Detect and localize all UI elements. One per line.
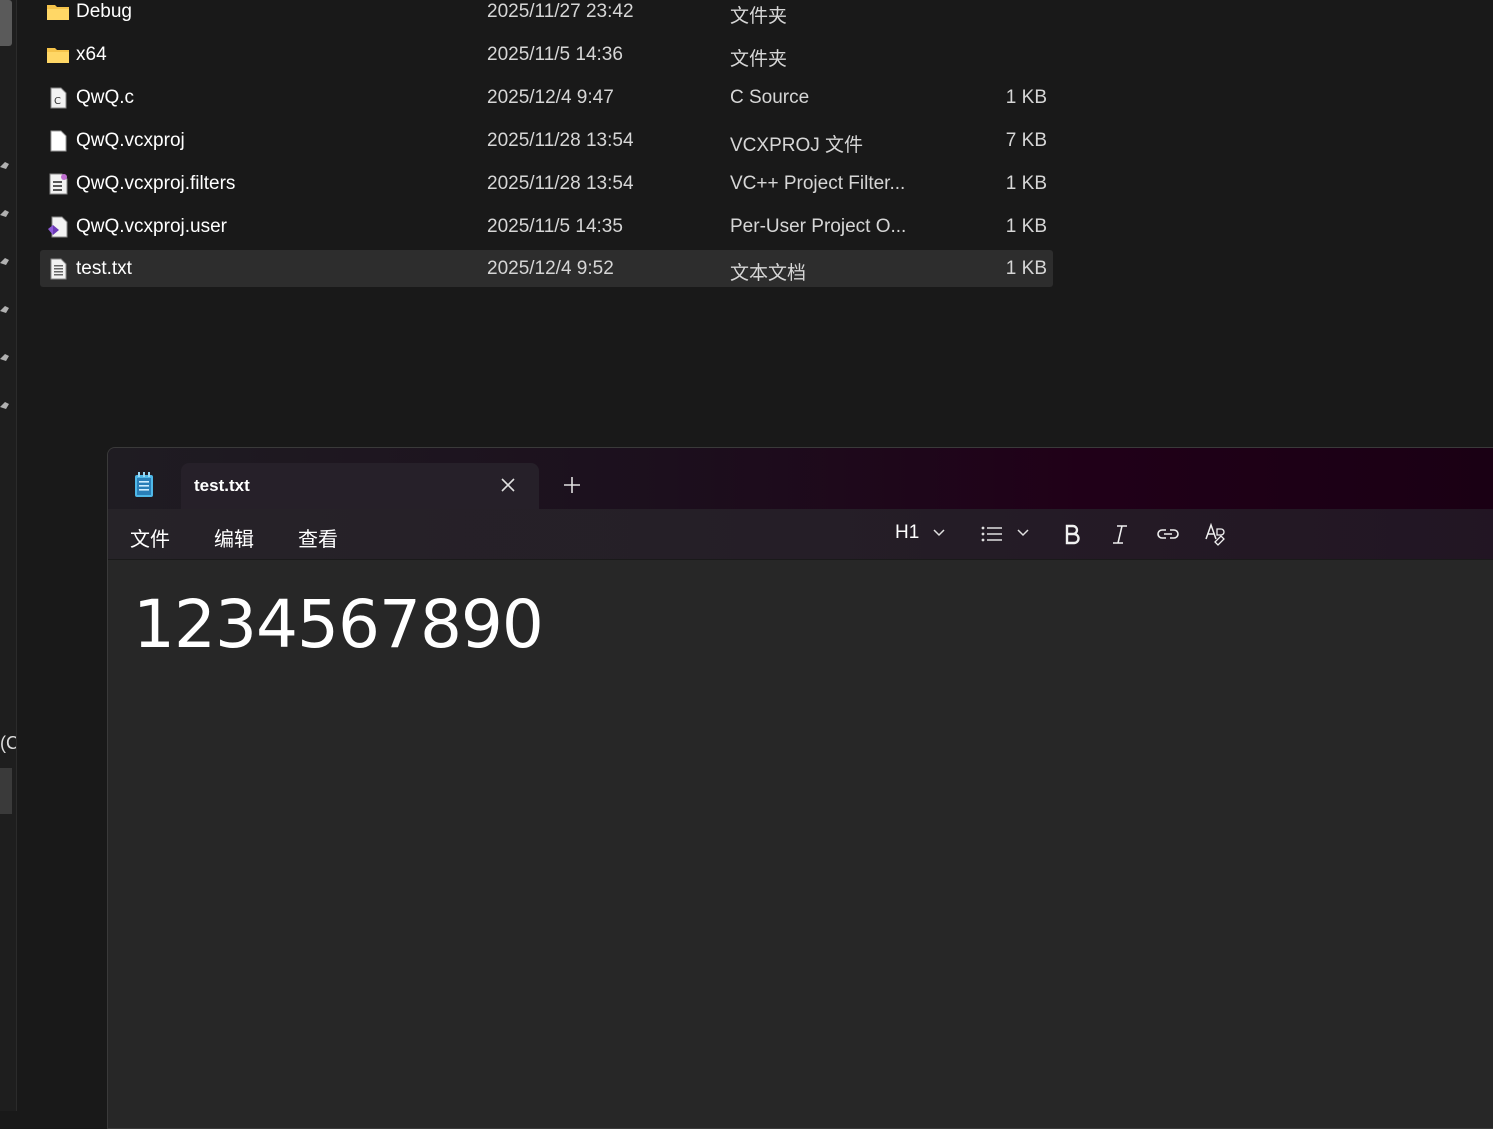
file-date: 2025/11/5 14:35 (487, 216, 623, 237)
list-dropdown[interactable] (1016, 527, 1030, 553)
menu-file[interactable]: 文件 (130, 523, 170, 552)
file-type: 文本文档 (730, 263, 807, 284)
folder-icon (47, 5, 69, 20)
list-icon (981, 526, 1002, 542)
notepad-icon (135, 472, 153, 497)
file-row-selected[interactable]: test.txt 2025/12/4 9:52 文本文档 1 KB (40, 250, 1053, 287)
file-size: 1 KB (1005, 173, 1047, 194)
menu-bar: 文件 编辑 查看 H1 (108, 509, 1493, 560)
file-size: 1 KB (1005, 258, 1047, 279)
menu-view[interactable]: 查看 (298, 523, 338, 552)
menu-edit[interactable]: 编辑 (214, 523, 254, 552)
file-name: test.txt (76, 258, 132, 279)
link-button[interactable] (1156, 521, 1180, 547)
sidebar-scrollbar-thumb[interactable] (0, 0, 12, 46)
file-row[interactable]: QwQ.vcxproj 2025/11/28 13:54 VCXPROJ 文件 … (40, 122, 1053, 159)
file-row[interactable]: C QwQ.c 2025/12/4 9:47 C Source 1 KB (40, 79, 1053, 116)
file-row[interactable]: x64 2025/11/5 14:36 文件夹 (40, 36, 1053, 73)
file-row[interactable]: QwQ.vcxproj.filters 2025/11/28 13:54 VC+… (40, 165, 1053, 202)
spellcheck-button[interactable] (1204, 521, 1228, 547)
c-source-file-icon: C (50, 87, 67, 109)
file-type: Per-User Project O... (730, 216, 907, 237)
list-button[interactable] (980, 521, 1004, 547)
bold-icon (1065, 524, 1080, 545)
tab-title: test.txt (194, 476, 250, 495)
sidebar-item-label[interactable]: (C (0, 733, 16, 754)
folder-icon (47, 48, 69, 63)
filters-file-icon (49, 173, 68, 195)
sidebar-selected-item[interactable] (0, 768, 12, 814)
file-size: 1 KB (1005, 87, 1047, 108)
vs-user-file-icon (48, 216, 68, 238)
file-row[interactable]: QwQ.vcxproj.user 2025/11/5 14:35 Per-Use… (40, 208, 1053, 245)
file-type: C Source (730, 87, 810, 108)
pin-icon[interactable] (0, 257, 9, 267)
file-date: 2025/11/28 13:54 (487, 130, 634, 151)
heading-dropdown-label[interactable]: H1 (895, 522, 919, 544)
close-icon[interactable] (499, 476, 517, 494)
svg-text:C: C (54, 96, 61, 107)
notepad-window: test.txt 文件 编辑 查看 H1 1234567890 (107, 447, 1493, 1129)
pin-icon[interactable] (0, 401, 9, 411)
file-name: QwQ.vcxproj.filters (76, 173, 236, 194)
file-type: 文件夹 (730, 6, 788, 27)
navigation-pane: (C (0, 0, 17, 1111)
link-icon (1157, 529, 1179, 539)
file-name: QwQ.vcxproj (76, 130, 185, 151)
file-name: QwQ.vcxproj.user (76, 216, 227, 237)
file-type: VC++ Project Filter... (730, 173, 906, 194)
file-type: VCXPROJ 文件 (730, 135, 864, 156)
file-size: 7 KB (1005, 130, 1047, 151)
spellcheck-icon (1205, 522, 1225, 546)
italic-button[interactable] (1110, 521, 1130, 547)
file-size: 1 KB (1005, 216, 1047, 237)
editor-content[interactable]: 1234567890 (133, 586, 544, 663)
pin-icon[interactable] (0, 161, 9, 171)
file-date: 2025/12/4 9:52 (487, 258, 614, 279)
add-tab-icon[interactable] (562, 475, 582, 495)
pin-icon[interactable] (0, 305, 9, 315)
file-date: 2025/12/4 9:47 (487, 87, 614, 108)
text-file-icon (50, 258, 67, 280)
file-name: QwQ.c (76, 87, 135, 108)
blank-file-icon (50, 130, 67, 152)
file-name: Debug (76, 1, 132, 22)
chevron-down-icon (933, 529, 945, 537)
title-bar[interactable]: test.txt (108, 448, 1493, 509)
chevron-down-icon (1017, 529, 1029, 537)
heading-dropdown[interactable] (932, 527, 946, 553)
italic-icon (1113, 525, 1127, 544)
file-date: 2025/11/5 14:36 (487, 44, 623, 65)
file-name: x64 (76, 44, 107, 65)
pin-icon[interactable] (0, 209, 9, 219)
file-date: 2025/11/27 23:42 (487, 1, 634, 22)
text-editor[interactable]: 1234567890 (108, 560, 1493, 1128)
bold-button[interactable] (1062, 521, 1082, 547)
tab-test-txt[interactable]: test.txt (181, 463, 539, 509)
file-date: 2025/11/28 13:54 (487, 173, 634, 194)
file-row[interactable]: Debug 2025/11/27 23:42 文件夹 (40, 0, 1053, 30)
pin-icon[interactable] (0, 353, 9, 363)
file-type: 文件夹 (730, 49, 788, 70)
